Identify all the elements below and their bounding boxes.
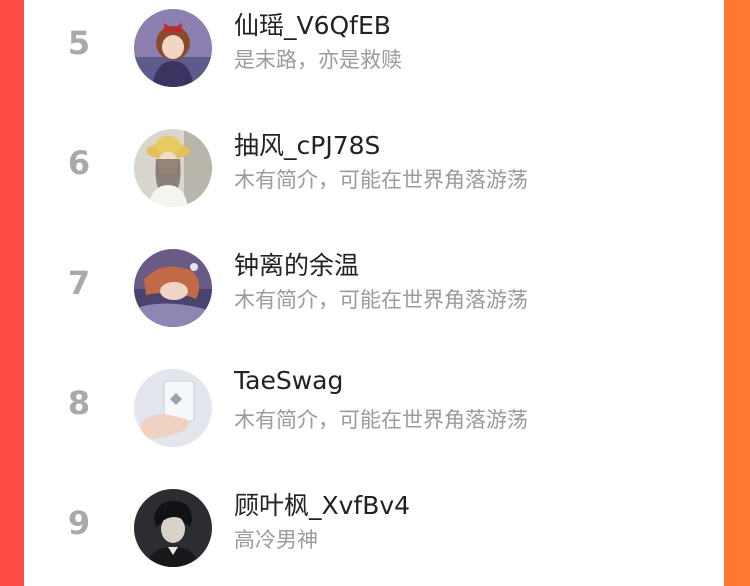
rank-number: 6	[67, 144, 91, 182]
user-bio: 木有简介，可能在世界角落游荡	[234, 408, 528, 432]
anime-girl-red-bow-avatar	[134, 9, 212, 87]
list-item[interactable]: 9 顾叶枫_XvfBv4 高冷男神	[24, 480, 724, 580]
user-bio: 木有简介，可能在世界角落游荡	[234, 168, 528, 192]
user-bio: 高冷男神	[234, 528, 318, 552]
avatar[interactable]	[134, 129, 212, 207]
list-item[interactable]: 6 抽风_cPJ78S 木有简介，可能在世界角落游荡	[24, 120, 724, 220]
user-name[interactable]: TaeSwag	[234, 366, 343, 395]
avatar[interactable]	[134, 9, 212, 87]
user-name[interactable]: 钟离的余温	[234, 246, 359, 282]
user-bio: 木有简介，可能在世界角落游荡	[234, 288, 528, 312]
list-item[interactable]: 7 钟离的余温 木有简介，可能在世界角落游荡	[24, 240, 724, 340]
rank-number: 5	[67, 24, 91, 62]
user-name[interactable]: 顾叶枫_XvfBv4	[234, 486, 410, 522]
user-name[interactable]: 仙瑶_V6QfEB	[234, 6, 391, 42]
avatar[interactable]	[134, 489, 212, 567]
avatar[interactable]	[134, 369, 212, 447]
list-item[interactable]: 8 TaeSwag 木有简介，可能在世界角落游荡	[24, 360, 724, 460]
list-item[interactable]: 5 仙瑶_V6QfEB 是末路，亦是救赎	[24, 0, 724, 100]
avatar[interactable]	[134, 249, 212, 327]
rank-number: 9	[67, 504, 91, 542]
ranking-list: 5 仙瑶_V6QfEB 是末路，亦是救赎 6 抽风_cPJ78S 木有简介，可能…	[24, 0, 724, 586]
rank-number: 7	[67, 264, 91, 302]
girl-yellow-hat-avatar	[134, 129, 212, 207]
hand-holding-card-avatar	[134, 369, 212, 447]
user-bio: 是末路，亦是救赎	[234, 48, 402, 72]
user-name[interactable]: 抽风_cPJ78S	[234, 126, 380, 162]
anime-girl-sleeping-avatar	[134, 249, 212, 327]
anime-boy-dark-hair-avatar	[134, 489, 212, 567]
rank-number: 8	[67, 384, 91, 422]
